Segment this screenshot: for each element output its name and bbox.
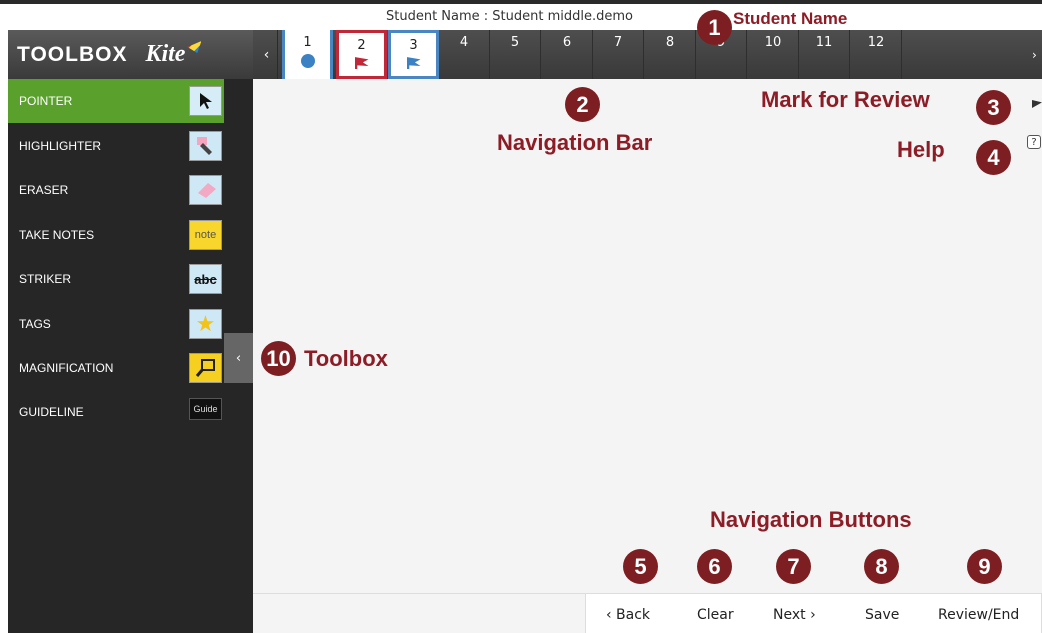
question-tab-5[interactable]: 5 xyxy=(490,30,541,79)
callout-navigation-buttons: Navigation Buttons xyxy=(710,507,912,532)
callout-navigation-bar: Navigation Bar xyxy=(497,130,653,155)
kite-icon xyxy=(187,41,202,53)
tool-label: HIGHLIGHTER xyxy=(19,139,102,153)
review-end-button[interactable]: Review/End xyxy=(938,607,1019,623)
question-tab-7[interactable]: 7 xyxy=(593,30,644,79)
question-number: 2 xyxy=(357,38,366,53)
question-tab-12[interactable]: 12 xyxy=(851,30,902,79)
callout-badge-6: 6 xyxy=(697,549,732,584)
tool-label: POINTER xyxy=(19,94,73,108)
guide-icon: Guide xyxy=(189,398,222,420)
review-flag-icon xyxy=(354,57,369,69)
help-icon[interactable]: ? xyxy=(1027,135,1041,149)
student-name-label: Student Name : Student middle.demo xyxy=(386,9,633,24)
tool-label: STRIKER xyxy=(19,272,72,286)
answered-dot-icon xyxy=(300,54,315,68)
tool-label: TAGS xyxy=(19,317,51,331)
toolbox-header: TOOLBOX Kite xyxy=(8,30,253,79)
pointer-icon xyxy=(189,86,222,116)
kite-logo-text: Kite xyxy=(145,41,186,67)
tool-label: MAGNIFICATION xyxy=(19,361,114,375)
callout-badge-5: 5 xyxy=(623,549,658,584)
top-bar: TOOLBOX Kite ‹ 1 2 3 4 5 6 7 8 9 10 11 1… xyxy=(8,30,1042,92)
clear-button[interactable]: Clear xyxy=(697,607,734,623)
next-button[interactable]: Next › xyxy=(773,607,816,623)
callout-badge-9: 9 xyxy=(967,549,1002,584)
tool-pointer[interactable]: POINTER xyxy=(8,79,224,123)
star-icon: ★ xyxy=(189,309,222,339)
callout-help: Help xyxy=(897,137,945,162)
tool-take-notes[interactable]: TAKE NOTES note xyxy=(8,213,224,257)
question-tab-1[interactable]: 1 xyxy=(282,30,333,92)
question-number: 1 xyxy=(303,35,312,50)
callout-badge-2: 2 xyxy=(565,87,600,122)
question-tab-10[interactable]: 10 xyxy=(748,30,799,79)
top-rule xyxy=(0,0,1042,4)
save-button[interactable]: Save xyxy=(865,607,899,623)
callout-badge-7: 7 xyxy=(776,549,811,584)
tool-guideline[interactable]: GUIDELINE Guide xyxy=(8,390,224,434)
striker-icon: abc xyxy=(189,264,222,294)
callout-badge-10: 10 xyxy=(261,341,296,376)
tool-label: TAKE NOTES xyxy=(19,228,95,242)
question-tab-6[interactable]: 6 xyxy=(542,30,593,79)
toolbox-sidebar: POINTER HIGHLIGHTER ERASER TAKE NOTES no… xyxy=(8,79,253,633)
app-window: Student Name : Student middle.demo TOOLB… xyxy=(0,0,1042,633)
tool-highlighter[interactable]: HIGHLIGHTER xyxy=(8,124,224,168)
tool-eraser[interactable]: ERASER xyxy=(8,168,224,212)
callout-badge-1: 1 xyxy=(697,10,732,45)
toolbox-title: TOOLBOX xyxy=(17,42,128,66)
kite-logo: Kite xyxy=(145,41,202,68)
tool-tags[interactable]: TAGS ★ xyxy=(8,302,224,346)
tool-magnification[interactable]: MAGNIFICATION xyxy=(8,346,224,390)
callout-student-name: Student Name xyxy=(733,9,848,28)
question-tab-11[interactable]: 11 xyxy=(799,30,850,79)
callout-badge-3: 3 xyxy=(976,90,1011,125)
question-tab-8[interactable]: 8 xyxy=(645,30,696,79)
flag-icon xyxy=(406,57,421,69)
callout-mark-for-review: Mark for Review xyxy=(761,87,930,112)
tool-striker[interactable]: STRIKER abc xyxy=(8,257,224,301)
magnifier-icon xyxy=(189,353,222,383)
callout-toolbox: Toolbox xyxy=(304,346,388,371)
nav-next-button[interactable]: › xyxy=(1032,30,1042,79)
tool-label: ERASER xyxy=(19,183,69,197)
tool-label: GUIDELINE xyxy=(19,405,84,419)
callout-badge-4: 4 xyxy=(976,140,1011,175)
question-tab-4[interactable]: 4 xyxy=(439,30,490,79)
callout-badge-8: 8 xyxy=(864,549,899,584)
eraser-icon xyxy=(189,175,222,205)
note-icon: note xyxy=(189,220,222,250)
question-tab-3[interactable]: 3 xyxy=(388,30,439,79)
toolbox-collapse-button[interactable]: ‹ xyxy=(224,333,253,383)
question-tab-2[interactable]: 2 xyxy=(336,30,387,79)
back-button[interactable]: ‹ Back xyxy=(606,607,650,623)
highlighter-icon xyxy=(189,131,222,161)
question-number: 3 xyxy=(409,38,418,53)
nav-prev-button[interactable]: ‹ xyxy=(256,30,278,79)
